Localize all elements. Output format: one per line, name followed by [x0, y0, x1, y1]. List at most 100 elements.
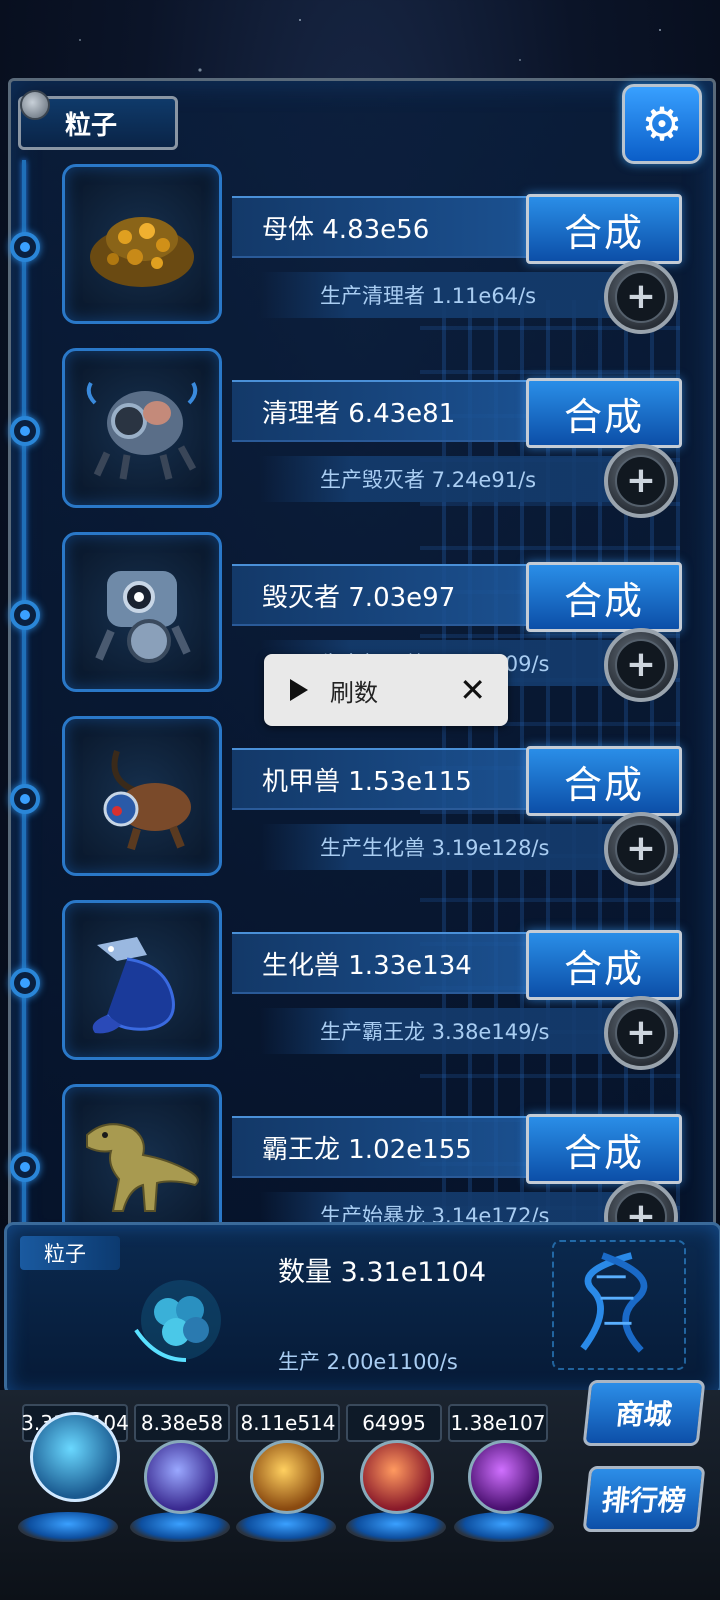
resource-value: 8.38e58: [134, 1404, 230, 1442]
add-button[interactable]: +: [604, 444, 678, 518]
production-rate: 生产霸王龙 3.38e149/s: [320, 1020, 550, 1044]
ranking-button[interactable]: 排行榜: [582, 1466, 706, 1532]
particle-panel-label: 粒子: [20, 1236, 120, 1270]
unit-name-bar: 生化兽 1.33e134: [232, 932, 532, 994]
rail-node-icon: [10, 232, 40, 262]
add-button[interactable]: +: [604, 1180, 678, 1222]
plus-icon: +: [615, 823, 667, 875]
unit-portrait-trex[interactable]: [62, 1084, 222, 1222]
unit-row-bio-beast: 生化兽 1.33e134 合成 生产霸王龙 3.38e149/s +: [0, 900, 720, 1070]
play-icon[interactable]: [290, 679, 308, 701]
orb-base: [130, 1512, 230, 1542]
unit-name: 机甲兽 1.53e115: [262, 766, 472, 797]
resource-value: 8.11e514: [236, 1404, 340, 1442]
production-bar: 生产霸王龙 3.38e149/s: [260, 1008, 620, 1054]
particle-panel-label-text: 粒子: [44, 1242, 86, 1266]
unit-row-mother: 母体 4.83e56 合成 生产清理者 1.11e64/s +: [0, 164, 720, 334]
fire-orb-icon[interactable]: [250, 1440, 324, 1514]
plus-icon: +: [615, 1007, 667, 1059]
synthesize-label: 合成: [563, 1130, 644, 1175]
particle-cluster-icon: [134, 1280, 221, 1362]
synthesize-button[interactable]: 合成: [526, 930, 682, 1000]
cleaner-robot-icon: [86, 381, 198, 480]
unit-name: 霸王龙 1.02e155: [262, 1134, 472, 1165]
rail-node-icon: [10, 784, 40, 814]
destroyer-robot-icon: [95, 571, 191, 663]
add-button[interactable]: +: [604, 812, 678, 886]
plus-icon: +: [615, 271, 667, 323]
synthesize-button[interactable]: 合成: [526, 1114, 682, 1184]
production-bar: 生产毁灭者 7.24e91/s: [260, 456, 620, 502]
mother-creature-icon: [90, 217, 194, 287]
production-rate: 生产清理者 1.11e64/s: [320, 284, 537, 308]
production-rate: 生产生化兽 3.19e128/s: [320, 836, 550, 860]
synthesize-button[interactable]: 合成: [526, 562, 682, 632]
brain-orb-icon[interactable]: [360, 1440, 434, 1514]
unit-name: 清理者 6.43e81: [262, 398, 456, 429]
unit-row-trex: 霸王龙 1.02e155 合成 生产始暴龙 3.14e172/s +: [0, 1084, 720, 1222]
synthesize-label: 合成: [563, 578, 644, 623]
resource-value: 1.38e107: [448, 1404, 548, 1442]
vortex-orb-icon[interactable]: [468, 1440, 542, 1514]
unit-name-bar: 霸王龙 1.02e155: [232, 1116, 532, 1178]
rail-node-icon: [10, 600, 40, 630]
refresh-toast: 刷数 ✕: [264, 654, 508, 726]
particle-count: 数量 3.31e1104: [278, 1257, 487, 1288]
orb-base: [454, 1512, 554, 1542]
unit-portrait-mother[interactable]: [62, 164, 222, 324]
mech-beast-icon: [103, 750, 191, 851]
settings-button[interactable]: ⚙: [622, 84, 702, 164]
unit-portrait-bio-beast[interactable]: [62, 900, 222, 1060]
synthesize-button[interactable]: 合成: [526, 746, 682, 816]
shop-label: 商城: [614, 1398, 674, 1431]
synthesize-label: 合成: [563, 762, 644, 807]
unit-row-cleaner: 清理者 6.43e81 合成 生产毁灭者 7.24e91/s +: [0, 348, 720, 518]
shop-button[interactable]: 商城: [582, 1380, 706, 1446]
unit-portrait-cleaner[interactable]: [62, 348, 222, 508]
synthesize-button[interactable]: 合成: [526, 378, 682, 448]
unit-name-bar: 母体 4.83e56: [232, 196, 532, 258]
ranking-label: 排行榜: [600, 1484, 688, 1517]
production-rate: 生产毁灭者 7.24e91/s: [320, 468, 537, 492]
unit-row-mech-beast: 机甲兽 1.53e115 合成 生产生化兽 3.19e128/s +: [0, 716, 720, 886]
unit-name-bar: 机甲兽 1.53e115: [232, 748, 532, 810]
synthesize-label: 合成: [563, 210, 644, 255]
unit-name-bar: 清理者 6.43e81: [232, 380, 532, 442]
rail-node-icon: [10, 416, 40, 446]
bio-beast-icon: [92, 937, 175, 1034]
synthesize-button[interactable]: 合成: [526, 194, 682, 264]
unit-name: 母体 4.83e56: [262, 214, 430, 245]
orb-base: [18, 1512, 118, 1542]
unit-portrait-destroyer[interactable]: [62, 532, 222, 692]
plus-icon: +: [615, 639, 667, 691]
gear-icon: ⚙: [641, 97, 683, 151]
rail-node-icon: [10, 968, 40, 998]
orb-base: [346, 1512, 446, 1542]
toast-label: 刷数: [330, 678, 378, 707]
tab-particle-label: 粒子: [65, 110, 118, 141]
unit-name-bar: 毁灭者 7.03e97: [232, 564, 532, 626]
rail-node-icon: [10, 1152, 40, 1182]
production-bar: 生产清理者 1.11e64/s: [260, 272, 620, 318]
production-bar: 生产生化兽 3.19e128/s: [260, 824, 620, 870]
trex-icon: [86, 1123, 199, 1212]
bolt-icon: [20, 90, 50, 120]
production-bar: 生产始暴龙 3.14e172/s: [260, 1192, 620, 1222]
lightning-orb-icon[interactable]: [144, 1440, 218, 1514]
unit-name: 生化兽 1.33e134: [262, 950, 472, 981]
add-button[interactable]: +: [604, 996, 678, 1070]
unit-portrait-mech-beast[interactable]: [62, 716, 222, 876]
particle-orb-icon[interactable]: [30, 1412, 120, 1502]
close-icon[interactable]: ✕: [459, 671, 486, 709]
add-button[interactable]: +: [604, 260, 678, 334]
particle-rate: 生产 2.00e1100/s: [278, 1350, 458, 1374]
dna-icon: [552, 1240, 686, 1370]
add-button[interactable]: +: [604, 628, 678, 702]
orb-base: [236, 1512, 336, 1542]
synthesize-label: 合成: [563, 946, 644, 991]
production-rate: 生产始暴龙 3.14e172/s: [320, 1204, 550, 1222]
plus-icon: +: [615, 1191, 667, 1222]
plus-icon: +: [615, 455, 667, 507]
unit-name: 毁灭者 7.03e97: [262, 582, 456, 613]
synthesize-label: 合成: [563, 394, 644, 439]
